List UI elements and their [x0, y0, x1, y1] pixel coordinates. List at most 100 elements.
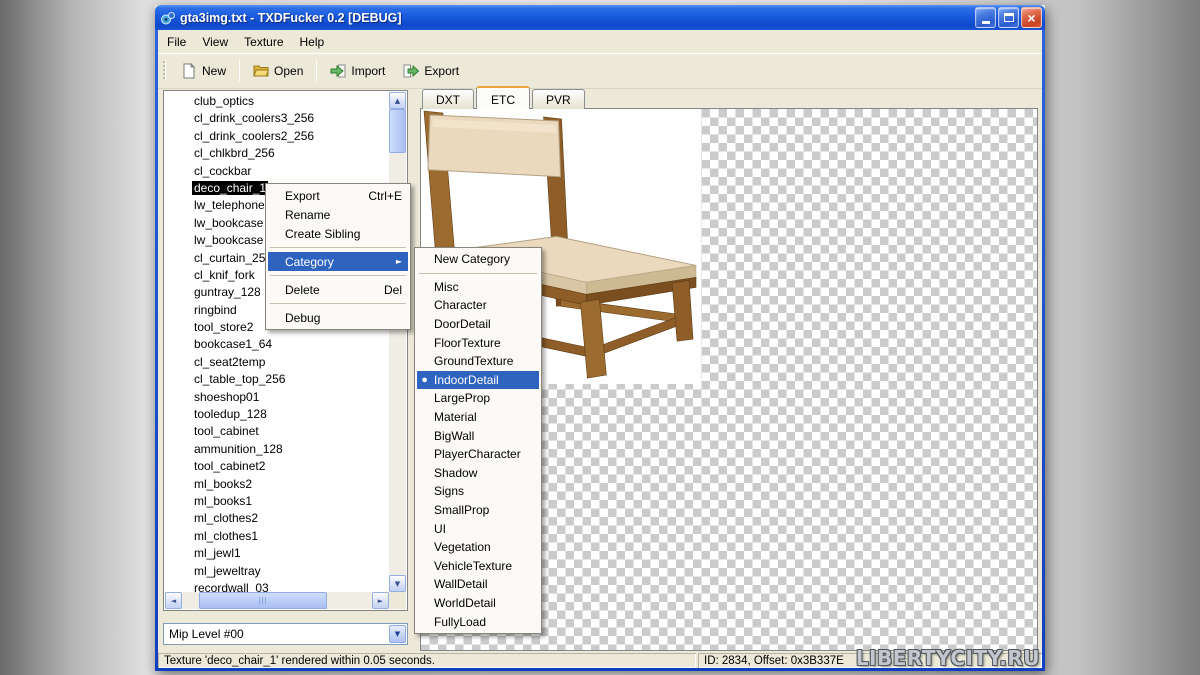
dropdown-arrow-icon: ▼	[395, 630, 400, 638]
menu-separator	[270, 275, 406, 276]
horizontal-scrollbar[interactable]: ◄ ►	[165, 592, 389, 609]
scroll-grip	[259, 597, 268, 604]
context-menu-category[interactable]: Category►	[268, 252, 408, 271]
submenu-item[interactable]: DoorDetail	[417, 315, 539, 334]
submenu-new-category[interactable]: New Category	[417, 250, 539, 269]
mip-level-dropdown[interactable]: Mip Level #00 ▼	[163, 623, 408, 645]
submenu-item[interactable]: VehicleTexture	[417, 557, 539, 576]
submenu-item[interactable]: BigWall	[417, 426, 539, 445]
scroll-right-button[interactable]: ►	[372, 592, 389, 609]
import-button[interactable]: Import	[321, 59, 394, 83]
texture-list-items: club_optics cl_drink_coolers3_256 cl_dri…	[165, 92, 389, 592]
submenu-item[interactable]: FullyLoad	[417, 612, 539, 631]
title-bar[interactable]: gta3img.txt - TXDFucker 0.2 [DEBUG] ×	[155, 5, 1045, 30]
import-label: Import	[351, 64, 385, 78]
submenu-item[interactable]: PlayerCharacter	[417, 445, 539, 464]
submenu-item[interactable]: Material	[417, 408, 539, 427]
submenu-item[interactable]: Vegetation	[417, 538, 539, 557]
submenu-item[interactable]: Shadow	[417, 464, 539, 483]
scroll-right-icon: ►	[378, 597, 383, 605]
dropdown-button[interactable]: ▼	[389, 625, 406, 643]
submenu-item[interactable]: Misc	[417, 278, 539, 297]
horizontal-scroll-thumb[interactable]	[199, 592, 327, 609]
texture-list-item[interactable]: cl_chlkbrd_256	[165, 145, 389, 162]
minimize-icon	[982, 21, 990, 24]
submenu-item[interactable]: UI	[417, 519, 539, 538]
toolbar-grip[interactable]	[163, 61, 166, 81]
import-icon	[330, 63, 346, 79]
mip-level-value: Mip Level #00	[169, 627, 244, 641]
texture-list-item[interactable]: cl_drink_coolers3_256	[165, 110, 389, 127]
scroll-up-button[interactable]: ▲	[389, 92, 406, 109]
submenu-item[interactable]: SmallProp	[417, 501, 539, 520]
submenu-item-selected[interactable]: ●IndoorDetail	[417, 371, 539, 390]
tab-pvr[interactable]: PVR	[532, 89, 585, 109]
context-menu-create-sibling[interactable]: Create Sibling	[268, 224, 408, 243]
texture-list-item[interactable]: club_optics	[165, 93, 389, 110]
texture-list-item[interactable]: tooledup_128	[165, 406, 389, 423]
open-button[interactable]: Open	[244, 59, 312, 83]
close-button[interactable]: ×	[1021, 7, 1042, 28]
texture-list-item[interactable]: tool_cabinet	[165, 423, 389, 440]
maximize-icon	[1004, 13, 1014, 22]
vertical-scroll-thumb[interactable]	[389, 109, 406, 153]
new-label: New	[202, 64, 226, 78]
submenu-item[interactable]: WallDetail	[417, 575, 539, 594]
menu-view[interactable]: View	[194, 32, 236, 52]
tab-etc[interactable]: ETC	[476, 86, 530, 109]
menu-separator	[419, 273, 537, 274]
submenu-item[interactable]: GroundTexture	[417, 352, 539, 371]
export-button[interactable]: Export	[394, 59, 468, 83]
context-menu-delete[interactable]: DeleteDel	[268, 280, 408, 299]
texture-list-item[interactable]: shoeshop01	[165, 389, 389, 406]
toolbar-separator	[316, 60, 317, 82]
context-menu-export[interactable]: ExportCtrl+E	[268, 186, 408, 205]
texture-list-item[interactable]: ml_books1	[165, 493, 389, 510]
texture-list-item[interactable]: bookcase1_64	[165, 336, 389, 353]
window-controls: ×	[975, 7, 1042, 28]
menu-file[interactable]: File	[159, 32, 194, 52]
context-menu-debug[interactable]: Debug	[268, 308, 408, 327]
app-window: gta3img.txt - TXDFucker 0.2 [DEBUG] × Fi…	[155, 5, 1045, 671]
scroll-down-button[interactable]: ▼	[389, 575, 406, 592]
context-menu-rename[interactable]: Rename	[268, 205, 408, 224]
export-label: Export	[424, 64, 459, 78]
texture-list-item[interactable]: ml_books2	[165, 476, 389, 493]
submenu-item[interactable]: Signs	[417, 482, 539, 501]
texture-list-item[interactable]: ammunition_128	[165, 441, 389, 458]
maximize-button[interactable]	[998, 7, 1019, 28]
texture-list-item[interactable]: cl_cockbar	[165, 163, 389, 180]
submenu-item[interactable]: Character	[417, 296, 539, 315]
tab-dxt[interactable]: DXT	[422, 89, 474, 109]
scroll-down-icon: ▼	[395, 580, 400, 588]
radio-bullet-icon: ●	[422, 376, 427, 383]
close-icon: ×	[1027, 11, 1035, 25]
texture-list-item[interactable]: ml_clothes2	[165, 510, 389, 527]
watermark: LibertyCity.Ru	[856, 646, 1040, 670]
texture-list-item[interactable]: ml_clothes1	[165, 528, 389, 545]
texture-list: club_optics cl_drink_coolers3_256 cl_dri…	[163, 90, 408, 611]
texture-list-item[interactable]: tool_cabinet2	[165, 458, 389, 475]
new-page-icon	[181, 63, 197, 79]
submenu-item[interactable]: FloorTexture	[417, 333, 539, 352]
minimize-button[interactable]	[975, 7, 996, 28]
texture-list-item[interactable]: ml_jeweltray	[165, 563, 389, 580]
texture-list-item[interactable]: cl_drink_coolers2_256	[165, 128, 389, 145]
status-message: Texture 'deco_chair_1' rendered within 0…	[158, 653, 696, 668]
submenu-item[interactable]: LargeProp	[417, 389, 539, 408]
new-button[interactable]: New	[172, 59, 235, 83]
app-icon	[160, 10, 176, 26]
menu-help[interactable]: Help	[292, 32, 333, 52]
texture-list-item[interactable]: cl_table_top_256	[165, 371, 389, 388]
vertical-scrollbar[interactable]: ▲ ▼	[389, 92, 406, 592]
submenu-item[interactable]: WorldDetail	[417, 594, 539, 613]
context-menu: ExportCtrl+E Rename Create Sibling Categ…	[265, 183, 411, 330]
scroll-left-button[interactable]: ◄	[165, 592, 182, 609]
scroll-up-icon: ▲	[395, 97, 400, 105]
window-border-right	[1042, 30, 1045, 671]
menu-texture[interactable]: Texture	[236, 32, 291, 52]
texture-list-item[interactable]: ml_jewl1	[165, 545, 389, 562]
texture-list-item[interactable]: cl_seat2temp	[165, 354, 389, 371]
open-folder-icon	[253, 63, 269, 79]
texture-list-item[interactable]: recordwall_03	[165, 580, 389, 592]
